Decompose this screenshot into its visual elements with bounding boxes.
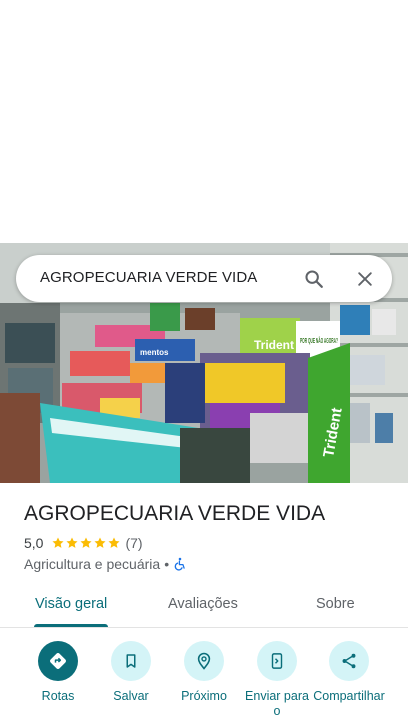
save-button-circle — [111, 641, 151, 681]
nearby-button[interactable]: Próximo — [164, 641, 244, 704]
share-button[interactable]: Compartilhar — [309, 641, 389, 704]
trident-panel-text: Trident — [254, 338, 294, 352]
place-title: AGROPECUARIA VERDE VIDA — [24, 502, 326, 525]
search-button[interactable] — [298, 263, 330, 295]
rating-stars — [51, 536, 121, 550]
tab-avaliacoes[interactable]: Avaliações — [168, 596, 238, 612]
star-icon — [52, 537, 65, 548]
close-icon — [358, 272, 372, 286]
rating-row[interactable]: 5,0 (7) — [24, 535, 143, 551]
directions-button[interactable]: Rotas — [18, 641, 98, 704]
star-icon — [80, 537, 93, 548]
review-count[interactable]: (7) — [125, 535, 142, 551]
directions-icon — [50, 653, 66, 669]
directions-label: Rotas — [41, 689, 75, 703]
star-icon — [94, 537, 107, 548]
star-icon — [108, 537, 121, 548]
search-query[interactable]: AGROPECUARIA VERDE VIDA — [40, 269, 257, 286]
send-to-phone-label: Enviar para o — [245, 689, 309, 718]
share-icon — [342, 653, 356, 669]
clear-search-button[interactable] — [349, 263, 381, 295]
star-icon — [66, 537, 79, 548]
action-bar: Rotas Salvar Próximo Enviar para o Compa… — [0, 641, 408, 726]
search-icon — [305, 270, 323, 288]
tab-bar: Visão geral Avaliações Sobre — [0, 584, 408, 628]
tab-sobre[interactable]: Sobre — [316, 596, 355, 612]
tab-visao-geral[interactable]: Visão geral — [35, 596, 107, 612]
send-to-phone-button-circle — [257, 641, 297, 681]
category-row: Agricultura e pecuária • — [24, 556, 187, 572]
nearby-icon — [197, 652, 211, 670]
nearby-button-circle — [184, 641, 224, 681]
nearby-label: Próximo — [181, 689, 227, 703]
send-to-phone-button[interactable]: Enviar para o — [237, 641, 317, 719]
place-category: Agricultura e pecuária — [24, 556, 161, 572]
save-button[interactable]: Salvar — [91, 641, 171, 704]
mentos-text: mentos — [140, 348, 169, 357]
directions-button-circle — [38, 641, 78, 681]
bookmark-icon — [126, 654, 136, 668]
send-to-phone-icon — [271, 653, 283, 669]
active-tab-indicator — [34, 624, 108, 627]
share-label: Compartilhar — [313, 689, 385, 703]
separator-dot: • — [164, 556, 170, 572]
question-panel-text: POR QUE NÃO AGORA? — [300, 336, 338, 345]
map-area[interactable] — [0, 0, 408, 243]
save-label: Salvar — [113, 689, 149, 703]
rating-value: 5,0 — [24, 535, 44, 551]
share-button-circle — [329, 641, 369, 681]
search-bar[interactable]: AGROPECUARIA VERDE VIDA — [16, 255, 392, 302]
wheelchair-icon[interactable] — [173, 557, 187, 571]
